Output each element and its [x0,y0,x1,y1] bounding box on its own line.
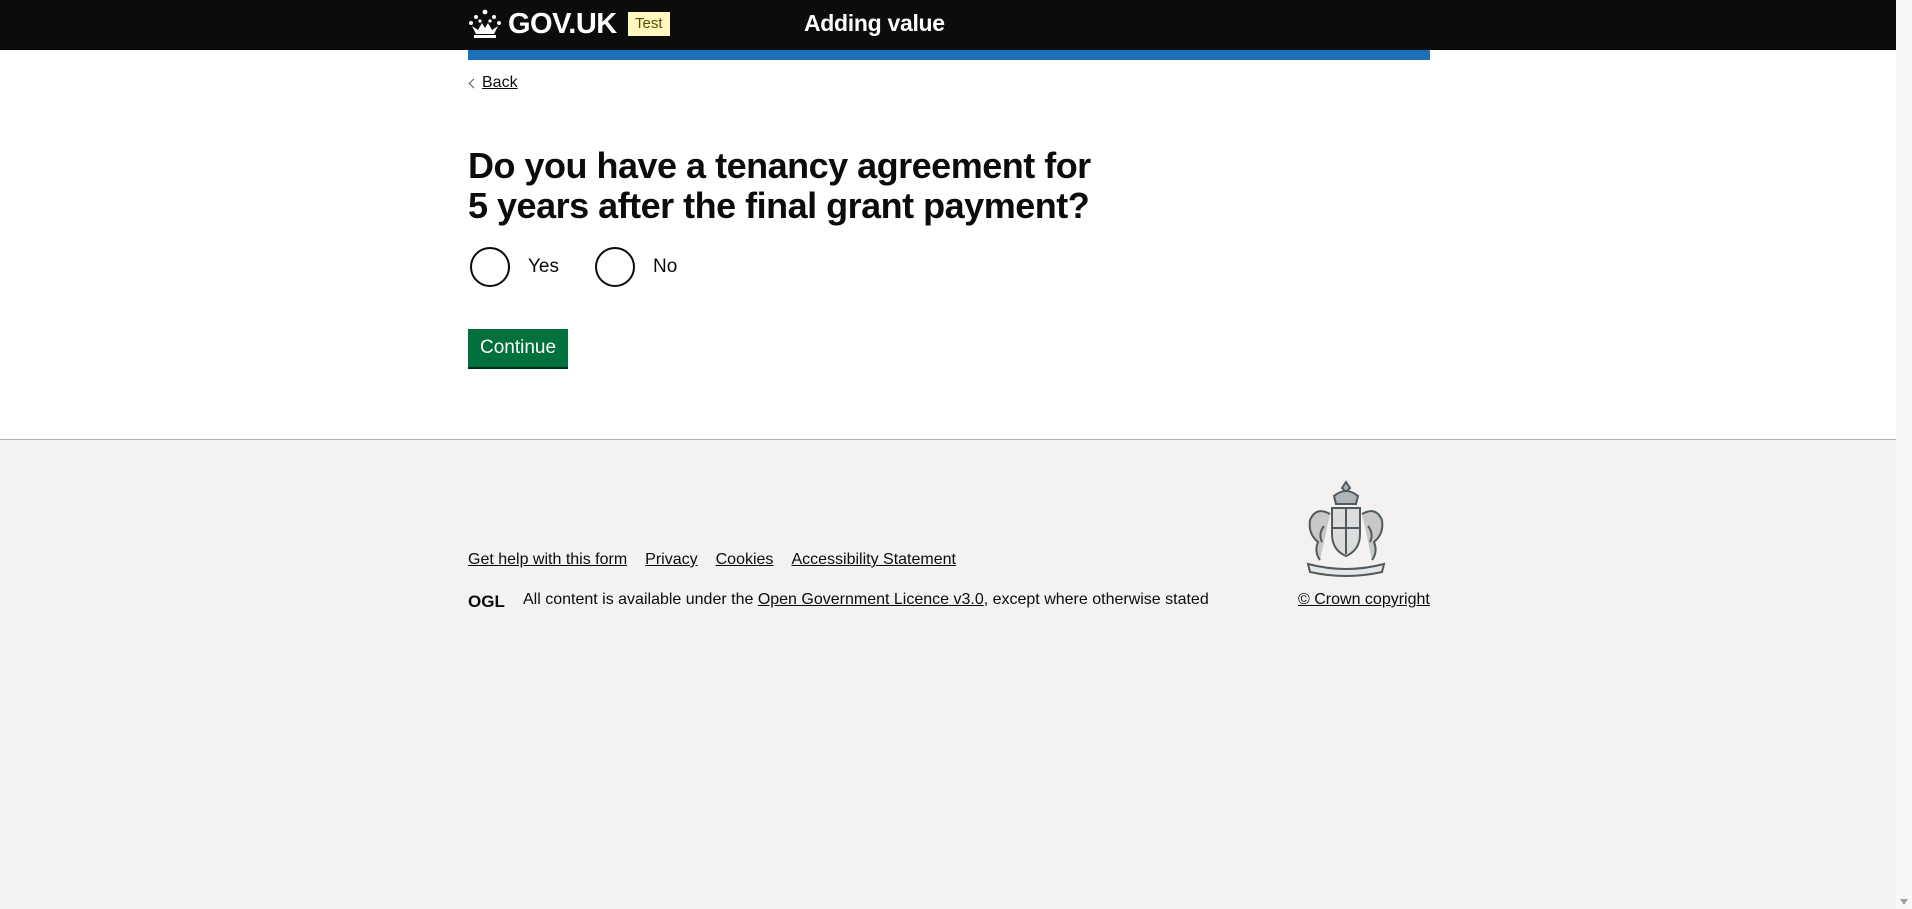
back-link[interactable]: Back [468,74,518,92]
licence-prefix: All content is available under the [523,591,758,608]
royal-coat-of-arms-icon [1306,480,1386,577]
ogl-logo-text: OGL [468,592,505,609]
licence-row: OGL All content is available under the O… [468,591,1209,609]
scroll-down-arrow-icon[interactable] [1900,899,1908,905]
footer-links: Get help with this form Privacy Cookies … [468,551,974,569]
radio-yes-circle[interactable] [470,247,510,287]
licence-text: All content is available under the Open … [523,591,1209,609]
radio-no-label[interactable]: No [653,256,677,278]
header-container: GOV.UK Test Adding value [468,0,1430,50]
chevron-left-icon [468,78,479,89]
govuk-logo-link[interactable]: GOV.UK [468,6,617,42]
continue-button[interactable]: Continue [468,329,569,367]
ogl-logo-icon: OGL [468,592,505,609]
radio-no-circle[interactable] [595,247,635,287]
crown-copyright-link[interactable]: © Crown copyright [1298,591,1430,609]
main-content: Back Do you have a tenancy agreement for… [0,50,1896,439]
footer-link-accessibility[interactable]: Accessibility Statement [791,551,956,569]
footer-link-help[interactable]: Get help with this form [468,551,627,569]
site-footer: Get help with this form Privacy Cookies … [0,440,1896,909]
licence-suffix: , except where otherwise stated [983,591,1209,608]
footer-link-privacy[interactable]: Privacy [645,551,697,569]
radio-no[interactable]: No [595,247,677,287]
radio-yes[interactable]: Yes [470,247,559,287]
back-link-label: Back [482,74,518,91]
footer-link-cookies[interactable]: Cookies [716,551,774,569]
vertical-scrollbar[interactable] [1896,0,1912,909]
radio-yes-label[interactable]: Yes [528,256,559,278]
crown-icon [469,9,501,38]
header-blue-bar [468,50,1430,60]
site-header: GOV.UK Test Adding value [0,0,1896,50]
phase-tag: Test [628,12,670,36]
question-heading: Do you have a tenancy agreement for 5 ye… [468,145,1091,226]
radio-group: Yes No [470,247,713,287]
service-name-link[interactable]: Adding value [804,10,945,37]
licence-link[interactable]: Open Government Licence v3.0 [758,591,984,608]
govuk-logo-text: GOV.UK [508,7,617,40]
